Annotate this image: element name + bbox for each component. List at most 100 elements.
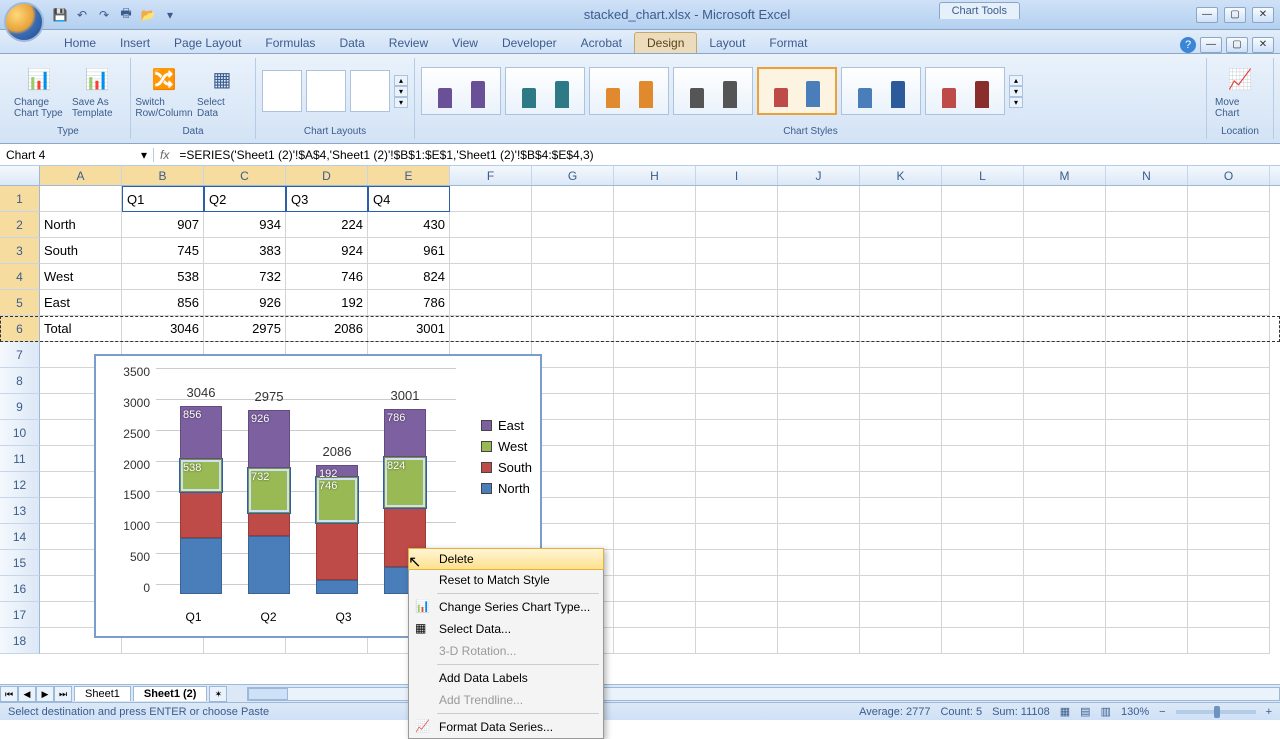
cell[interactable] [778,238,860,264]
row-header[interactable]: 9 [0,394,40,420]
cell[interactable] [1188,576,1270,602]
cell[interactable] [1106,316,1188,342]
row-header[interactable]: 12 [0,472,40,498]
cell[interactable] [1024,342,1106,368]
context-menu-item[interactable]: Delete [408,548,604,570]
cell[interactable] [1106,602,1188,628]
cell[interactable] [696,316,778,342]
column-header[interactable]: D [286,166,368,185]
zoom-in-button[interactable]: + [1266,706,1272,718]
cell[interactable] [1188,602,1270,628]
cell[interactable] [778,316,860,342]
cell[interactable] [942,498,1024,524]
cell[interactable] [1024,186,1106,212]
zoom-out-button[interactable]: − [1159,706,1165,718]
zoom-slider[interactable] [1176,710,1256,714]
cell[interactable] [614,524,696,550]
column-header[interactable]: F [450,166,532,185]
row-header[interactable]: 13 [0,498,40,524]
cell[interactable] [942,212,1024,238]
context-menu-item[interactable]: Reset to Match Style [409,569,603,591]
zoom-level[interactable]: 130% [1121,706,1149,718]
cell[interactable] [778,602,860,628]
cell[interactable] [450,316,532,342]
cell[interactable]: 2086 [286,316,368,342]
cell[interactable] [860,238,942,264]
row-header[interactable]: 4 [0,264,40,290]
cell[interactable] [696,368,778,394]
cell[interactable]: 856 [122,290,204,316]
column-header[interactable]: J [778,166,860,185]
context-menu-item[interactable]: Add Data Labels [409,667,603,689]
cell[interactable] [532,394,614,420]
legend-item[interactable]: South [481,460,532,475]
help-icon[interactable]: ? [1180,37,1196,53]
cell[interactable] [1188,316,1270,342]
chart-style-thumb[interactable] [589,67,669,115]
row-header[interactable]: 17 [0,602,40,628]
sheet-tab[interactable]: Sheet1 [74,686,131,701]
chart-layout-thumb[interactable] [350,70,390,112]
cell[interactable] [696,550,778,576]
cell[interactable] [778,186,860,212]
cell[interactable]: Total [40,316,122,342]
cell[interactable] [614,550,696,576]
chart-style-thumb[interactable] [757,67,837,115]
layouts-scroll[interactable]: ▴▾▾ [394,75,408,108]
cell[interactable] [532,342,614,368]
cell[interactable] [696,576,778,602]
cell[interactable] [778,472,860,498]
cell[interactable]: 786 [368,290,450,316]
cell[interactable]: 746 [286,264,368,290]
worksheet-grid[interactable]: ABCDEFGHIJKLMNO 1Q1Q2Q3Q42North907934224… [0,166,1280,692]
cell[interactable] [1106,524,1188,550]
cell[interactable] [696,238,778,264]
cell[interactable] [778,420,860,446]
cell[interactable] [1024,368,1106,394]
row-header[interactable]: 7 [0,342,40,368]
cell[interactable] [778,290,860,316]
cell[interactable] [532,446,614,472]
cell[interactable] [696,628,778,654]
cell[interactable] [860,628,942,654]
row-header[interactable]: 10 [0,420,40,446]
cell[interactable] [532,368,614,394]
column-header[interactable]: G [532,166,614,185]
cell[interactable] [1188,498,1270,524]
sheet-nav-first[interactable]: ⏮ [0,686,18,702]
cell[interactable] [40,186,122,212]
cell[interactable] [532,186,614,212]
cell[interactable] [942,420,1024,446]
bar-segment[interactable] [248,536,290,594]
row-header[interactable]: 3 [0,238,40,264]
cell[interactable] [1024,290,1106,316]
new-sheet-button[interactable]: ✶ [209,686,227,702]
workbook-close-button[interactable]: ✕ [1252,37,1274,53]
cell[interactable] [450,212,532,238]
tab-acrobat[interactable]: Acrobat [569,33,634,53]
fx-icon[interactable]: fx [154,148,175,162]
horizontal-scrollbar[interactable] [247,687,1280,701]
cell[interactable] [1024,420,1106,446]
switch-rowcol-button[interactable]: 🔀Switch Row/Column [137,61,191,121]
cell[interactable] [942,342,1024,368]
column-header[interactable]: B [122,166,204,185]
cell[interactable] [450,290,532,316]
cell[interactable] [1188,368,1270,394]
bar-segment[interactable]: 926 [248,410,290,467]
cell[interactable]: Q4 [368,186,450,212]
row-header[interactable]: 2 [0,212,40,238]
tab-review[interactable]: Review [377,33,440,53]
cell[interactable] [1106,472,1188,498]
cell[interactable] [1188,446,1270,472]
cell[interactable] [696,290,778,316]
bar-segment[interactable] [248,513,290,537]
cell[interactable] [942,186,1024,212]
cell[interactable]: 224 [286,212,368,238]
view-normal-icon[interactable]: ▦ [1060,705,1070,718]
save-as-template-button[interactable]: 📊Save As Template [70,61,124,121]
cell[interactable] [860,368,942,394]
cell[interactable] [696,264,778,290]
column-header[interactable]: O [1188,166,1270,185]
legend-item[interactable]: East [481,418,532,433]
